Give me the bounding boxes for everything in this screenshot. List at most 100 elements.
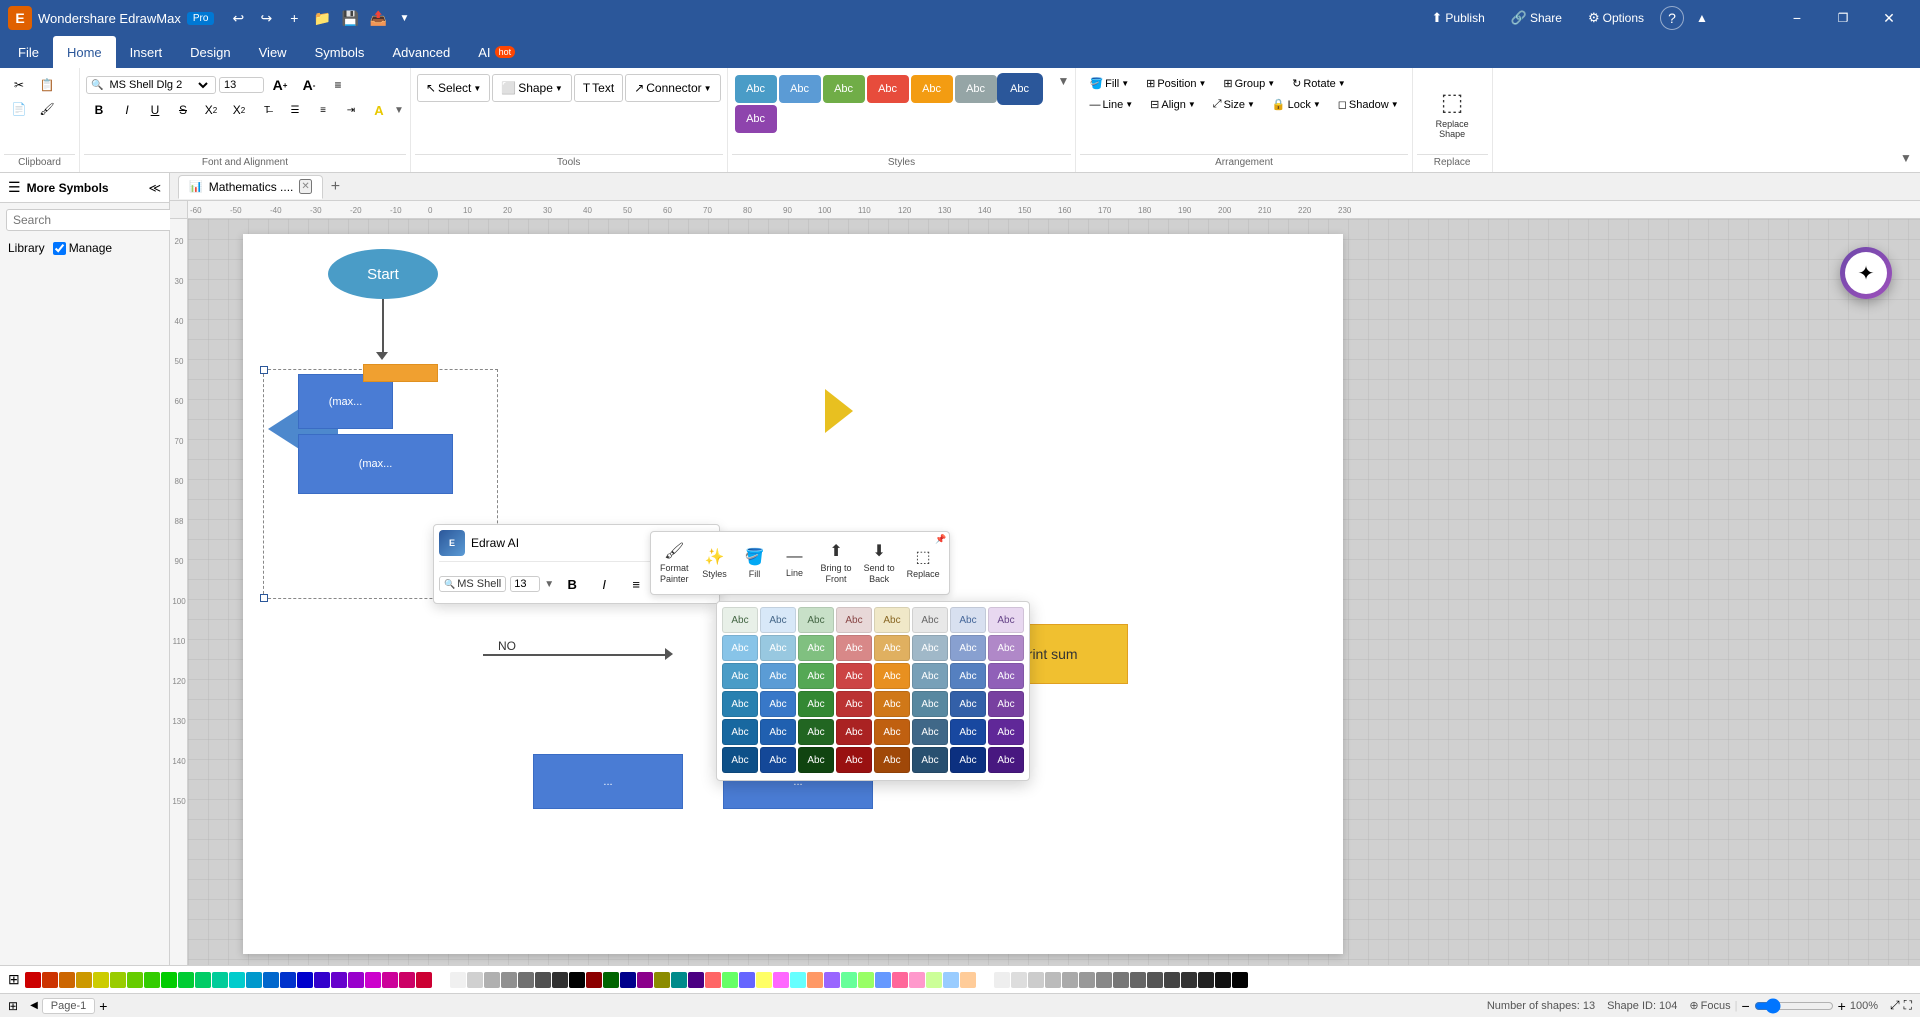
palette-cell-3-5[interactable]: Abc xyxy=(874,663,910,689)
palette-cell-2-3[interactable]: Abc xyxy=(798,635,834,661)
palette-cell-6-8[interactable]: Abc xyxy=(988,747,1024,773)
select-btn[interactable]: ↖ Select ▼ xyxy=(417,74,490,102)
color-swatch[interactable] xyxy=(552,972,568,988)
color-swatch[interactable] xyxy=(450,972,466,988)
color-swatch[interactable] xyxy=(994,972,1010,988)
color-swatch[interactable] xyxy=(416,972,432,988)
color-swatch[interactable] xyxy=(1045,972,1061,988)
menu-item-ai[interactable]: AI hot xyxy=(464,36,529,68)
color-swatch[interactable] xyxy=(960,972,976,988)
palette-cell-5-1[interactable]: Abc xyxy=(722,719,758,745)
search-input[interactable] xyxy=(6,209,175,231)
palette-cell-6-7[interactable]: Abc xyxy=(950,747,986,773)
st-fill[interactable]: 🪣 Fill xyxy=(736,542,774,584)
publish-btn[interactable]: ⬆ Publish xyxy=(1422,7,1495,29)
menu-item-file[interactable]: File xyxy=(4,36,53,68)
align-btn[interactable]: ⊟ Align ▼ xyxy=(1143,95,1203,114)
style-btn-1[interactable]: Abc xyxy=(735,75,777,103)
palette-cell-1-8[interactable]: Abc xyxy=(988,607,1024,633)
st-format-painter[interactable]: 🖌 FormatPainter xyxy=(655,536,694,590)
add-page-btn[interactable]: + xyxy=(99,998,107,1014)
cut-btn[interactable]: ✂ xyxy=(6,74,32,96)
tab-math[interactable]: 📊 Mathematics .... ✕ xyxy=(178,175,323,199)
position-btn[interactable]: ⊞ Position ▼ xyxy=(1139,74,1213,93)
color-swatch[interactable] xyxy=(807,972,823,988)
color-swatch[interactable] xyxy=(824,972,840,988)
color-swatch[interactable] xyxy=(1130,972,1146,988)
save2-btn[interactable]: 💾 xyxy=(338,6,362,30)
palette-cell-5-7[interactable]: Abc xyxy=(950,719,986,745)
color-swatch[interactable] xyxy=(314,972,330,988)
fit-window-btn[interactable]: ⤢ xyxy=(1890,998,1900,1013)
zoom-slider[interactable] xyxy=(1754,998,1834,1014)
palette-cell-5-5[interactable]: Abc xyxy=(874,719,910,745)
export-btn[interactable]: 📤 xyxy=(366,6,390,30)
fullscreen-btn[interactable]: ⛶ xyxy=(1904,998,1912,1013)
save-btn[interactable]: + xyxy=(282,6,306,30)
color-swatch[interactable] xyxy=(42,972,58,988)
color-swatch[interactable] xyxy=(909,972,925,988)
palette-cell-2-8[interactable]: Abc xyxy=(988,635,1024,661)
color-swatch[interactable] xyxy=(841,972,857,988)
palette-cell-6-6[interactable]: Abc xyxy=(912,747,948,773)
color-swatch[interactable] xyxy=(756,972,772,988)
menu-item-home[interactable]: Home xyxy=(53,36,116,68)
palette-cell-4-8[interactable]: Abc xyxy=(988,691,1024,717)
color-swatch[interactable] xyxy=(263,972,279,988)
color-swatch[interactable] xyxy=(654,972,670,988)
palette-cell-2-6[interactable]: Abc xyxy=(912,635,948,661)
shape-btn[interactable]: ⬜ Shape ▼ xyxy=(492,74,572,102)
color-swatch[interactable] xyxy=(246,972,262,988)
list-btn[interactable]: ☰ xyxy=(282,99,308,121)
st-line[interactable]: — Line xyxy=(776,543,814,583)
menu-item-view[interactable]: View xyxy=(245,36,301,68)
color-swatch[interactable] xyxy=(501,972,517,988)
collapse-panel-btn[interactable]: ≪ xyxy=(148,181,161,195)
replace-shape-btn[interactable]: ⬚ ReplaceShape xyxy=(1422,85,1482,141)
color-swatch[interactable] xyxy=(195,972,211,988)
palette-cell-2-2[interactable]: Abc xyxy=(760,635,796,661)
style-btn-7[interactable]: Abc xyxy=(999,75,1041,103)
italic-btn[interactable]: I xyxy=(114,99,140,121)
color-swatch[interactable] xyxy=(76,972,92,988)
color-swatch[interactable] xyxy=(1096,972,1112,988)
close-btn[interactable]: ✕ xyxy=(1866,2,1912,34)
font-size-input[interactable] xyxy=(224,79,254,91)
color-swatch[interactable] xyxy=(705,972,721,988)
style-btn-5[interactable]: Abc xyxy=(911,75,953,103)
palette-cell-5-6[interactable]: Abc xyxy=(912,719,948,745)
ft-italic-btn[interactable]: I xyxy=(590,570,618,598)
ft-dropdown-btn[interactable]: ▼ xyxy=(544,579,554,590)
color-swatch[interactable] xyxy=(1232,972,1248,988)
add-tab-btn[interactable]: + xyxy=(325,178,346,196)
color-swatch[interactable] xyxy=(1062,972,1078,988)
group-btn[interactable]: ⊞ Group ▼ xyxy=(1216,74,1282,93)
ft-size-input[interactable] xyxy=(510,576,540,592)
palette-cell-3-3[interactable]: Abc xyxy=(798,663,834,689)
palette-cell-4-4[interactable]: Abc xyxy=(836,691,872,717)
color-swatch[interactable] xyxy=(518,972,534,988)
dropdown-btn[interactable]: ▼ xyxy=(394,6,414,30)
color-swatch[interactable] xyxy=(433,972,449,988)
palette-cell-4-7[interactable]: Abc xyxy=(950,691,986,717)
ft-align-btn[interactable]: ≡ xyxy=(622,570,650,598)
palette-cell-3-2[interactable]: Abc xyxy=(760,663,796,689)
color-swatch[interactable] xyxy=(1181,972,1197,988)
palette-cell-3-1[interactable]: Abc xyxy=(722,663,758,689)
color-swatch[interactable] xyxy=(671,972,687,988)
palette-cell-1-4[interactable]: Abc xyxy=(836,607,872,633)
color-swatch[interactable] xyxy=(467,972,483,988)
zoom-out-btn[interactable]: − xyxy=(1741,998,1749,1014)
st-bring-front[interactable]: ⬆ Bring toFront xyxy=(816,536,857,590)
menu-item-symbols[interactable]: Symbols xyxy=(301,36,379,68)
color-swatch[interactable] xyxy=(1113,972,1129,988)
font-clear-btn[interactable]: T̶ xyxy=(254,99,280,121)
menu-item-advanced[interactable]: Advanced xyxy=(378,36,464,68)
increase-font-btn[interactable]: A+ xyxy=(267,74,293,96)
canvas[interactable]: Start (max... xyxy=(188,219,1920,965)
font-color-btn[interactable]: A xyxy=(366,99,392,121)
copy-btn[interactable]: 📋 xyxy=(34,74,60,96)
lock-btn[interactable]: 🔒 Lock ▼ xyxy=(1265,95,1328,114)
palette-cell-5-3[interactable]: Abc xyxy=(798,719,834,745)
ai-assistant-bubble[interactable]: ✦ xyxy=(1840,247,1892,299)
